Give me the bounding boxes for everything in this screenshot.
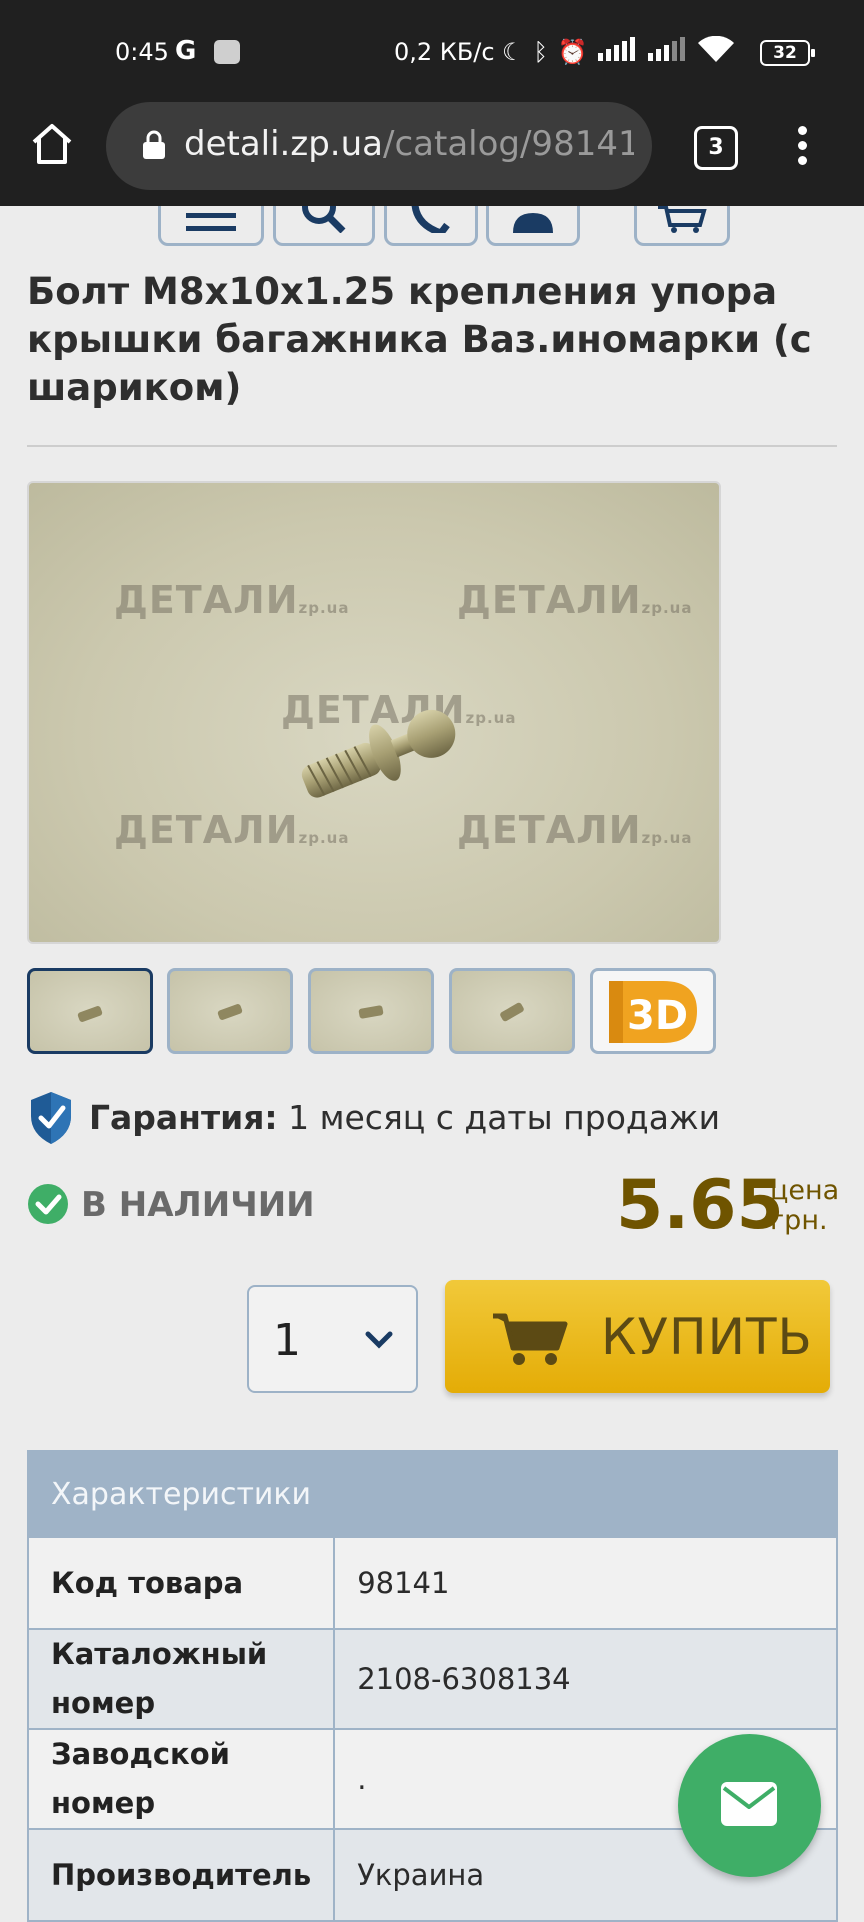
- watermark-logo: ДЕТАЛИzp.ua: [114, 578, 350, 622]
- notification-icon: [214, 40, 240, 64]
- warranty-label: Гарантия:: [89, 1098, 278, 1137]
- price-value: 5.65: [616, 1166, 784, 1245]
- cart-button[interactable]: [634, 206, 730, 246]
- phone-icon: [411, 206, 450, 233]
- wifi-icon: [697, 35, 734, 68]
- mail-icon: [721, 1782, 777, 1826]
- check-circle-icon: [28, 1184, 68, 1224]
- phone-button[interactable]: [384, 206, 478, 246]
- 3d-icon: 3D: [609, 981, 697, 1043]
- battery-icon: 32: [760, 40, 815, 66]
- quantity-select[interactable]: 1: [247, 1285, 418, 1393]
- url-path: /catalog/98141-: [383, 124, 634, 164]
- site-nav: [0, 206, 864, 246]
- cart-icon: [658, 206, 707, 233]
- thumbnail-photo-2[interactable]: [167, 968, 293, 1054]
- product-main-image[interactable]: ДЕТАЛИzp.ua ДЕТАЛИzp.ua ДЕТАЛИzp.ua ДЕТА…: [27, 481, 721, 944]
- spec-key: Каталожный номер: [26, 1628, 336, 1730]
- status-icons: ☾ ᛒ ⏰: [502, 35, 734, 68]
- moon-icon: ☾: [502, 38, 524, 66]
- home-button[interactable]: [28, 120, 76, 168]
- shield-check-icon: [31, 1092, 71, 1144]
- spec-value: 98141: [333, 1536, 838, 1630]
- search-button[interactable]: [273, 206, 375, 246]
- table-row: Каталожный номер 2108-6308134: [26, 1628, 838, 1730]
- spec-value: 2108-6308134: [333, 1628, 838, 1730]
- thumbnail-photo-3[interactable]: [308, 968, 434, 1054]
- buy-button[interactable]: КУПИТЬ: [445, 1280, 830, 1393]
- alarm-icon: ⏰: [557, 38, 588, 66]
- price-caption: цена грн.: [770, 1176, 839, 1236]
- url-text: detali.zp.ua/catalog/98141-: [184, 124, 634, 164]
- watermark-logo: ДЕТАЛИzp.ua: [114, 808, 350, 852]
- divider: [27, 445, 837, 447]
- thumbnail-3d[interactable]: 3D: [590, 968, 716, 1054]
- stock-label: В НАЛИЧИИ: [81, 1185, 315, 1225]
- table-row: Код товара 98141: [26, 1536, 838, 1630]
- url-host: detali.zp.ua: [184, 124, 383, 164]
- watermark-logo: ДЕТАЛИzp.ua: [457, 578, 693, 622]
- search-icon: [302, 206, 346, 233]
- price-currency: грн.: [770, 1205, 828, 1236]
- menu-button[interactable]: [158, 206, 264, 246]
- menu-icon: [186, 213, 236, 231]
- network-speed: 0,2 КБ/с: [394, 38, 495, 66]
- spec-key: Заводской номер: [26, 1728, 336, 1830]
- account-button[interactable]: [486, 206, 580, 246]
- price-caption-label: цена: [770, 1175, 840, 1206]
- product-title: Болт М8х10х1.25 крепления упора крышки б…: [27, 270, 812, 409]
- tab-switcher-button[interactable]: 3: [694, 126, 738, 170]
- bluetooth-icon: ᛒ: [533, 38, 548, 66]
- chevron-down-icon: [365, 1331, 393, 1349]
- buy-label: КУПИТЬ: [601, 1308, 813, 1366]
- thumbnail-strip: 3D: [27, 968, 727, 1056]
- browser-toolbar: detali.zp.ua/catalog/98141- 3: [0, 100, 864, 206]
- signal-icon: [597, 37, 638, 67]
- address-bar[interactable]: detali.zp.ua/catalog/98141-: [106, 102, 652, 190]
- warranty-row: Гарантия: 1 месяц с даты продажи: [27, 1090, 837, 1146]
- svg-text:3D: 3D: [627, 993, 688, 1039]
- thumbnail-photo-1[interactable]: [27, 968, 153, 1054]
- warranty-value: 1 месяц с даты продажи: [277, 1098, 721, 1137]
- spec-key: Производитель: [26, 1828, 336, 1922]
- cart-icon: [493, 1313, 568, 1365]
- watermark-logo: ДЕТАЛИzp.ua: [457, 808, 693, 852]
- specs-header: Характеристики: [27, 1450, 838, 1538]
- status-time: 0:45: [115, 38, 169, 66]
- quantity-value: 1: [273, 1315, 301, 1366]
- warranty-text: Гарантия: 1 месяц с даты продажи: [89, 1098, 720, 1137]
- status-bar: 0:45 G 0,2 КБ/с ☾ ᛒ ⏰ 32: [0, 0, 864, 100]
- carrier-g-icon: G: [175, 36, 197, 66]
- lock-icon: [143, 130, 165, 159]
- thumbnail-photo-4[interactable]: [449, 968, 575, 1054]
- bolt-photo: [301, 709, 456, 798]
- signal-icon: [647, 37, 688, 67]
- spec-key: Код товара: [26, 1536, 336, 1630]
- contact-fab-button[interactable]: [678, 1734, 821, 1877]
- browser-menu-button[interactable]: [790, 122, 814, 170]
- user-icon: [513, 213, 553, 233]
- home-icon: [32, 124, 72, 164]
